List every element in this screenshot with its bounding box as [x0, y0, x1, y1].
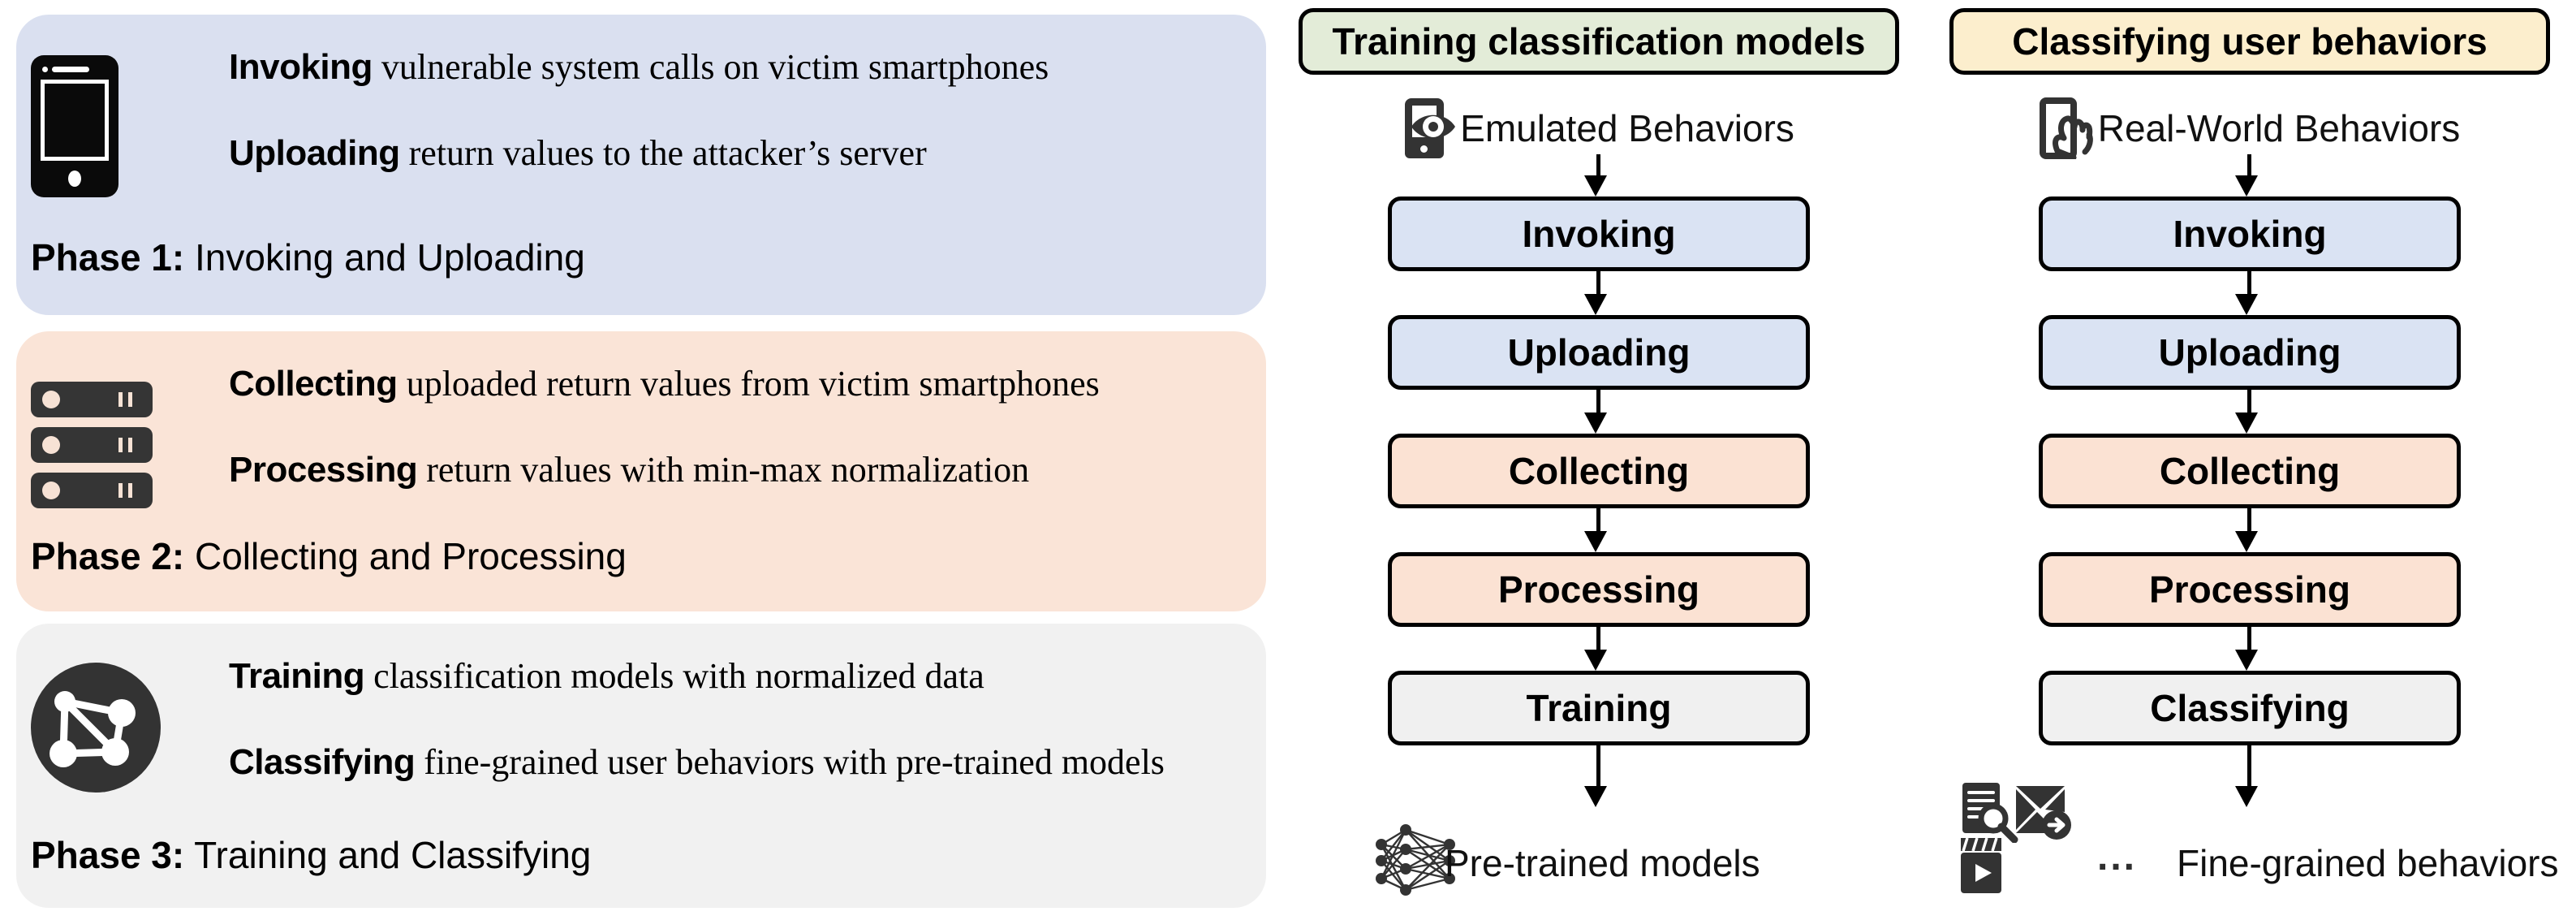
phase-card-3: Training classification models with norm…	[16, 624, 1266, 908]
phase-card-1: Invoking vulnerable system calls on vict…	[16, 15, 1266, 315]
arrow-source-to-step1	[1584, 154, 1607, 197]
phase-3-line-1-bold: Training	[229, 656, 365, 696]
flow-classifying-step-invoking[interactable]: Invoking	[2039, 197, 2461, 271]
flow-training-step-processing[interactable]: Processing	[1388, 552, 1810, 627]
arrow-step3-to-step4	[1584, 508, 1607, 552]
arrow-step5-to-result	[1584, 745, 1607, 809]
flow-training-step-invoking[interactable]: Invoking	[1388, 197, 1810, 271]
flow-classifying-step-uploading[interactable]: Uploading	[2039, 315, 2461, 390]
flow-classifying-step-processing[interactable]: Processing	[2039, 552, 2461, 627]
arrow-source-to-step1	[2235, 154, 2258, 197]
flow-classifying-source: Real-World Behaviors	[1933, 97, 2566, 159]
arrow-step5-to-result	[2235, 745, 2258, 809]
flow-training-source-label: Emulated Behaviors	[1460, 107, 1794, 149]
phase-2-line-1-desc: uploaded return values from victim smart…	[397, 364, 1100, 404]
phase-2-line-2: Processing return values with min-max no…	[229, 451, 1251, 489]
flow-classifying-step-collecting[interactable]: Collecting	[2039, 434, 2461, 508]
arrow-step4-to-step5	[2235, 627, 2258, 671]
phase-1-line-2-bold: Uploading	[229, 133, 400, 174]
phase-3-line-1-desc: classification models with normalized da…	[364, 656, 984, 696]
phase-3-line-1: Training classification models with norm…	[229, 656, 1251, 696]
phase-2-line-1-bold: Collecting	[229, 364, 398, 404]
flow-training-header: Training classification models	[1299, 8, 1899, 75]
phase-3-caption-rest: Training and Classifying	[184, 834, 592, 876]
arrow-step4-to-step5	[1584, 627, 1607, 671]
phase-2-caption-bold: Phase 2:	[31, 535, 185, 577]
phase-1-line-1: Invoking vulnerable system calls on vict…	[229, 47, 1251, 87]
flow-column-classifying: Classifying user behaviors Real-World Be…	[1933, 0, 2566, 920]
flow-column-training: Training classification models Emulated …	[1282, 0, 1915, 920]
phase-3-line-2-bold: Classifying	[229, 742, 416, 783]
phase-3-caption: Phase 3: Training and Classifying	[31, 833, 591, 877]
arrow-step2-to-step3	[1584, 390, 1607, 434]
flow-classifying-source-label: Real-World Behaviors	[2097, 107, 2461, 149]
phase-1-caption: Phase 1: Invoking and Uploading	[31, 235, 585, 279]
phase-1-caption-bold: Phase 1:	[31, 236, 185, 279]
flow-training-step-uploading[interactable]: Uploading	[1388, 315, 1810, 390]
output-behavior-icons: ...	[1958, 780, 2144, 901]
server-rack-icon	[31, 382, 153, 512]
output-ellipsis: ...	[2097, 836, 2138, 879]
phase-2-line-1: Collecting uploaded return values from v…	[229, 365, 1251, 403]
flow-classifying-header: Classifying user behaviors	[1949, 8, 2550, 75]
phase-1-caption-rest: Invoking and Uploading	[184, 236, 585, 279]
phase-3-line-2: Classifying fine-grained user behaviors …	[229, 744, 1251, 781]
flow-training-source: Emulated Behaviors	[1282, 98, 1915, 158]
phase-1-line-1-desc: vulnerable system calls on victim smartp…	[372, 47, 1049, 87]
flow-classifying-result-label: Fine-grained behaviors	[2177, 842, 2559, 884]
flow-training-result: Pre-trained models	[1282, 812, 1915, 901]
flow-classifying-result: ... Fine-grained behaviors	[1933, 783, 2566, 901]
phase-1-lines: Invoking vulnerable system calls on vict…	[229, 47, 1251, 172]
flow-classifying-step-classifying[interactable]: Classifying	[2039, 671, 2461, 745]
phase-card-2: Collecting uploaded return values from v…	[16, 331, 1266, 611]
arrow-step2-to-step3	[2235, 390, 2258, 434]
phase-3-line-2-desc: fine-grained user behaviors with pre-tra…	[415, 742, 1165, 783]
graph-model-icon	[31, 663, 161, 793]
phase-2-lines: Collecting uploaded return values from v…	[229, 365, 1251, 489]
envelope-send-icon	[2016, 786, 2071, 840]
phase-3-caption-bold: Phase 3:	[31, 834, 185, 876]
phase-1-line-2: Uploading return values to the attacker’…	[229, 135, 1251, 172]
phone-eye-icon	[1403, 98, 1457, 158]
flow-training-result-label: Pre-trained models	[1445, 842, 1760, 884]
phase-3-lines: Training classification models with norm…	[229, 656, 1251, 781]
arrow-step1-to-step2	[2235, 271, 2258, 315]
arrow-step3-to-step4	[2235, 508, 2258, 552]
phase-2-line-2-desc: return values with min-max normalization	[417, 450, 1030, 490]
phase-2-caption-rest: Collecting and Processing	[184, 535, 627, 577]
hand-tap-phone-icon	[2039, 97, 2095, 159]
video-clapper-icon	[1961, 837, 2001, 893]
arrow-step1-to-step2	[1584, 271, 1607, 315]
flow-training-step-training[interactable]: Training	[1388, 671, 1810, 745]
phase-panels: Invoking vulnerable system calls on vict…	[16, 15, 1266, 908]
smartphone-icon	[31, 55, 118, 197]
phase-2-caption: Phase 2: Collecting and Processing	[31, 534, 627, 578]
phase-1-line-2-desc: return values to the attacker’s server	[399, 133, 927, 174]
flow-diagram: Training classification models Emulated …	[1282, 0, 2576, 920]
phase-2-line-2-bold: Processing	[229, 450, 418, 490]
flow-training-step-collecting[interactable]: Collecting	[1388, 434, 1810, 508]
phase-1-line-1-bold: Invoking	[229, 47, 373, 87]
